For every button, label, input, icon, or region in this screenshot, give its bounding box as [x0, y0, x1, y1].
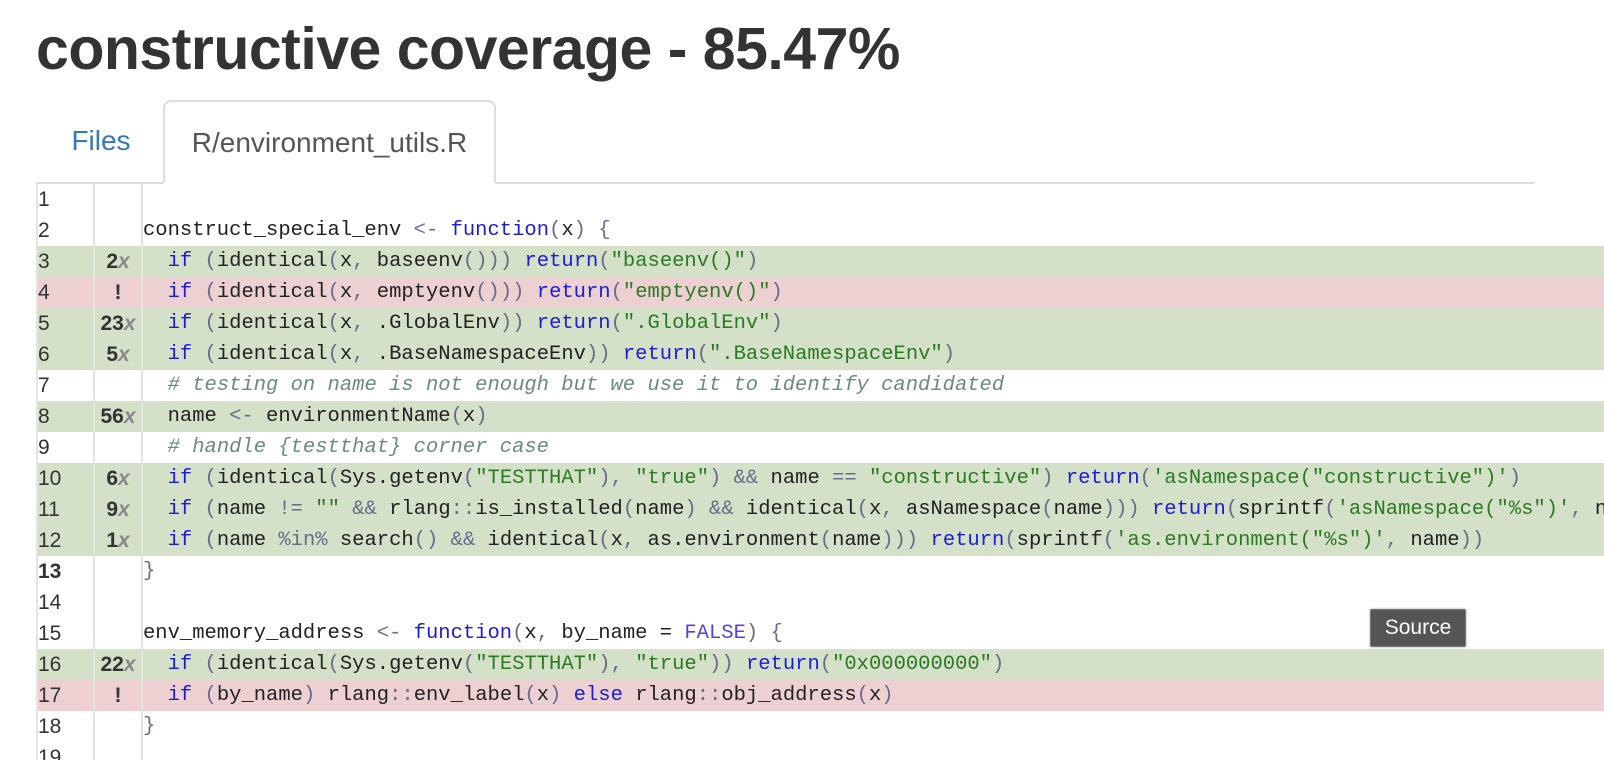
line-number: 12	[38, 525, 94, 556]
hit-count-value: 23	[100, 311, 124, 335]
code-text: if (name != "" && rlang::is_installed(na…	[142, 494, 1604, 525]
hit-count-suffix: x	[118, 528, 130, 552]
hit-count-value: 22	[100, 652, 124, 676]
hit-count-value: 56	[100, 404, 124, 428]
hit-count	[93, 432, 143, 463]
code-line: 19	[38, 742, 1604, 760]
hit-count	[93, 742, 143, 760]
line-number: 18	[38, 714, 62, 738]
hit-count-value: !	[114, 280, 122, 304]
line-number: 8	[38, 401, 94, 432]
line-number: 7	[38, 373, 50, 397]
hit-count-value: !	[114, 683, 122, 707]
code-text: # testing on name is not enough but we u…	[167, 374, 1005, 397]
code-text: if (identical(x, .BaseNamespaceEnv)) ret…	[142, 339, 1604, 370]
line-number: 4	[38, 277, 94, 308]
code-line: 18}	[38, 711, 1604, 742]
hit-count	[93, 618, 143, 649]
line-number: 11	[38, 494, 94, 525]
hit-count-value: 6	[106, 466, 118, 490]
line-number: 15	[38, 621, 62, 645]
hit-count	[93, 184, 143, 215]
hit-count-suffix: x	[118, 497, 130, 521]
hit-count	[93, 711, 143, 742]
hit-count-value: 9	[106, 497, 118, 521]
code-line: 1	[38, 184, 1604, 215]
hit-count: 6x	[93, 463, 143, 494]
code-line: 17! if (by_name) rlang::env_label(x) els…	[38, 680, 1604, 711]
line-number: 10	[38, 463, 94, 494]
code-text: if (name %in% search() && identical(x, a…	[142, 525, 1604, 556]
hit-count: !	[93, 277, 143, 308]
code-text: }	[143, 560, 156, 583]
hit-count: 56x	[93, 401, 143, 432]
line-number: 14	[38, 590, 62, 614]
file-tabs: Files R/environment_utils.R	[36, 100, 1534, 184]
hit-count-suffix: x	[118, 342, 130, 366]
hit-count-suffix: x	[123, 652, 136, 676]
hit-count: 5x	[93, 339, 143, 370]
line-number: 5	[38, 308, 94, 339]
line-number: 2	[38, 218, 50, 242]
page-title: constructive coverage - 85.47%	[36, 16, 900, 82]
line-number: 16	[38, 649, 94, 680]
code-line: 11 9x if (name != "" && rlang::is_install…	[38, 494, 1604, 525]
hit-count-suffix: x	[123, 311, 136, 335]
line-number: 19	[38, 745, 62, 760]
code-line: 9 # handle {testthat} corner case	[38, 432, 1604, 463]
code-text: if (identical(x, .GlobalEnv)) return(".G…	[142, 308, 1604, 339]
source-code-panel[interactable]: 1 2 construct_special_env <- function(x) {…	[36, 184, 1604, 760]
hit-count	[93, 370, 143, 401]
source-tooltip: Source	[1370, 609, 1466, 647]
code-line: 12 1x if (name %in% search() && identical…	[38, 525, 1604, 556]
line-number: 6	[38, 339, 94, 370]
hit-count-value: 1	[106, 528, 118, 552]
line-number: 17	[38, 680, 94, 711]
code-text: if (identical(x, baseenv())) return("bas…	[142, 246, 1604, 277]
code-line: 7 # testing on name is not enough but we…	[38, 370, 1604, 401]
line-number: 1	[38, 187, 50, 211]
line-number: 9	[38, 435, 50, 459]
source-table: 1 2 construct_special_env <- function(x) {…	[38, 184, 1604, 760]
code-text: if (by_name) rlang::env_label(x) else rl…	[142, 680, 1604, 711]
hit-count: 9x	[93, 494, 143, 525]
code-line: 5 23x if (identical(x, .GlobalEnv)) retur…	[38, 308, 1604, 339]
tab-files[interactable]: Files	[36, 100, 160, 182]
hit-count: 2x	[93, 246, 143, 277]
code-text: if (identical(x, emptyenv())) return("em…	[142, 277, 1604, 308]
hit-count-suffix: x	[118, 249, 130, 273]
hit-count-value: 2	[106, 249, 118, 273]
hit-count-value: 5	[106, 342, 118, 366]
code-text: name <- environmentName(x)	[142, 401, 1604, 432]
code-text: }	[143, 715, 156, 738]
hit-count-suffix: x	[123, 404, 136, 428]
code-text: if (identical(Sys.getenv("TESTTHAT"), "t…	[142, 463, 1604, 494]
hit-count: 22x	[93, 649, 143, 680]
line-number: 3	[38, 246, 94, 277]
hit-count: 23x	[93, 308, 143, 339]
code-line: 16 22x if (identical(Sys.getenv("TESTTHAT…	[38, 649, 1604, 680]
code-text: construct_special_env <- function(x) {	[143, 219, 611, 242]
code-text: if (identical(Sys.getenv("TESTTHAT"), "t…	[142, 649, 1604, 680]
hit-count	[93, 587, 143, 618]
code-line: 4! if (identical(x, emptyenv())) return(…	[38, 277, 1604, 308]
hit-count: 1x	[93, 525, 143, 556]
hit-count	[93, 556, 143, 587]
tab-environment-utils[interactable]: R/environment_utils.R	[163, 100, 496, 184]
code-line: 3 2x if (identical(x, baseenv())) return(…	[38, 246, 1604, 277]
code-line: 2 construct_special_env <- function(x) {	[38, 215, 1604, 246]
code-line: 13}	[38, 556, 1604, 587]
code-text	[142, 184, 1604, 215]
code-line: 8 56x name <- environmentName(x)	[38, 401, 1604, 432]
code-text: # handle {testthat} corner case	[167, 436, 549, 459]
code-line: 10 6x if (identical(Sys.getenv("TESTTHAT"…	[38, 463, 1604, 494]
hit-count	[93, 215, 143, 246]
hit-count-suffix: x	[118, 466, 130, 490]
code-line: 6 5x if (identical(x, .BaseNamespaceEnv))…	[38, 339, 1604, 370]
line-number: 13	[38, 559, 62, 583]
code-text	[142, 742, 1604, 760]
hit-count: !	[93, 680, 143, 711]
